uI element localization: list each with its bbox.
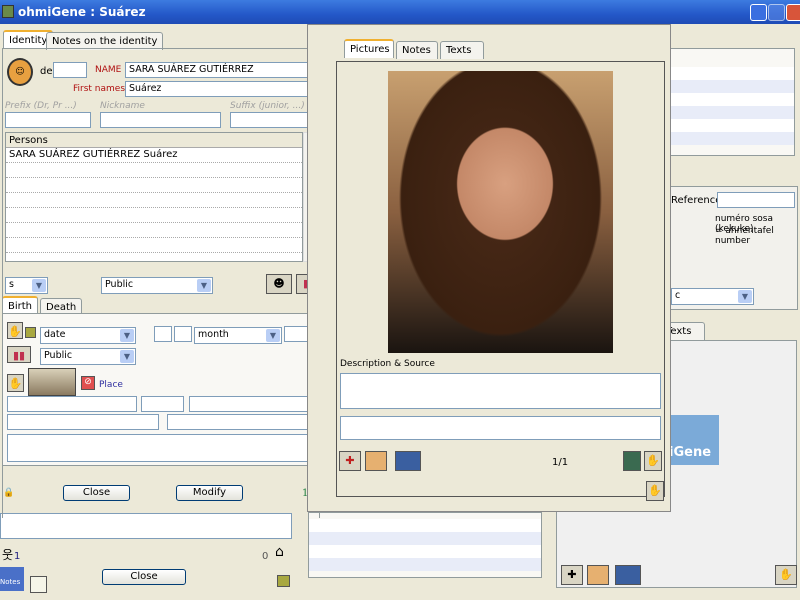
close-window-button[interactable] (786, 4, 800, 21)
notes-icon[interactable]: Notes (0, 567, 24, 591)
person-row[interactable]: SARA SUÁREZ GUTIÉRREZ Suárez (6, 148, 302, 163)
chevron-down-icon: ▼ (120, 350, 134, 363)
pictures-panel: Description & Source ✚ 1/1 ✋ (336, 61, 665, 497)
window-title: ohmiGene : Suárez (18, 5, 146, 19)
pictures-dialog: Pictures Notes Texts Description & Sourc… (307, 24, 671, 512)
hand-icon[interactable]: ✋ (646, 481, 664, 501)
nickname-label: Nickname (100, 101, 145, 111)
place-field-3[interactable] (189, 396, 318, 412)
name-label: NAME (95, 65, 122, 75)
house-icon[interactable]: ⌂ (275, 544, 284, 560)
background-list[interactable] (670, 48, 795, 156)
sex-select[interactable]: s ▼ (5, 277, 48, 294)
open-folder-icon[interactable] (365, 451, 387, 471)
tab-notes[interactable]: Notes (396, 41, 438, 59)
sosa-panel: Reference numéro sosa (kekuke) = ahnenta… (670, 186, 798, 310)
background-select[interactable]: c ▼ (671, 288, 754, 305)
person-count: 1 (14, 551, 21, 562)
de-label: de (40, 66, 53, 77)
calendar-list-icon[interactable] (30, 576, 47, 593)
first-names-label: First names (73, 84, 126, 94)
close-button[interactable]: Close (63, 485, 130, 501)
portrait-photo[interactable] (388, 71, 613, 353)
background-close-button[interactable]: Close (102, 569, 186, 585)
privacy-select[interactable]: Public ▼ (101, 277, 213, 294)
hand-icon[interactable]: ✋ (7, 322, 23, 339)
reference-input[interactable] (717, 192, 795, 208)
description-label: Description & Source (340, 359, 435, 369)
prefix-label: Prefix (Dr, Pr ...) (5, 101, 77, 111)
place-field-5[interactable] (167, 414, 318, 430)
nickname-input[interactable] (100, 112, 221, 128)
trash-icon[interactable] (623, 451, 641, 471)
first-names-input[interactable]: Suárez (125, 81, 317, 97)
scanner-icon[interactable] (615, 565, 641, 585)
persons-header: Persons (6, 133, 302, 148)
app-icon (2, 5, 14, 18)
ahnentafel-label: = ahnentafel number (715, 226, 774, 246)
face-icon[interactable]: ☺ (7, 58, 33, 86)
birth-panel: ✋ date ▼ month ▼ ▮▮ Public ▼ ✋ ⊘ Place (2, 313, 320, 466)
maximize-button[interactable] (768, 4, 785, 21)
scanner-icon[interactable] (395, 451, 421, 471)
minimize-button[interactable] (750, 4, 767, 21)
window-titlebar: ohmiGene : Suárez (0, 0, 800, 24)
add-picture-icon[interactable]: ✚ (561, 565, 583, 585)
chevron-down-icon: ▼ (738, 290, 752, 303)
tab-pictures[interactable]: Pictures (344, 39, 394, 58)
chevron-down-icon: ▼ (120, 329, 134, 342)
hand-icon[interactable]: ✋ (7, 374, 24, 392)
modify-button[interactable]: Modify (176, 485, 243, 501)
day-input-2[interactable] (174, 326, 192, 342)
background-list-2[interactable] (308, 512, 542, 578)
place-link[interactable]: Place (99, 380, 123, 390)
ohmigene-logo: iGene (669, 415, 719, 465)
place-photo[interactable] (28, 368, 76, 396)
identity-dialog: Identity Notes on the identity ☺ de NAME… (0, 26, 322, 518)
source-field[interactable] (340, 416, 661, 440)
chevron-down-icon: ▼ (197, 279, 211, 292)
persons-list[interactable]: Persons SARA SUÁREZ GUTIÉRREZ Suárez (5, 132, 303, 262)
description-field[interactable] (340, 373, 661, 409)
select-value: c (675, 290, 681, 301)
calendar-icon[interactable] (25, 327, 36, 338)
house-count: 0 (262, 551, 269, 562)
add-picture-icon[interactable]: ✚ (339, 451, 361, 471)
suffix-input[interactable] (230, 112, 317, 128)
chevron-down-icon: ▼ (266, 329, 280, 342)
place-field-2[interactable] (141, 396, 184, 412)
hand-icon[interactable]: ✋ (644, 451, 662, 471)
place-field-4[interactable] (7, 414, 159, 430)
no-entry-icon[interactable]: ⊘ (81, 376, 95, 390)
tab-texts[interactable]: Texts (440, 41, 484, 59)
month-select[interactable]: month ▼ (194, 327, 282, 344)
event-privacy-select[interactable]: Public ▼ (40, 348, 136, 365)
de-input[interactable] (53, 62, 87, 78)
person-icon: 웃 (2, 548, 14, 562)
prefix-input[interactable] (5, 112, 91, 128)
day-input[interactable] (154, 326, 172, 342)
monkey-menu-icon[interactable]: ☻ (266, 274, 292, 294)
name-input[interactable]: SARA SUÁREZ GUTIÉRREZ (125, 62, 317, 78)
chevron-down-icon: ▼ (32, 279, 46, 292)
open-folder-icon[interactable] (587, 565, 609, 585)
suffix-label: Suffix (junior, ...) (230, 101, 305, 111)
calendar-icon[interactable] (277, 575, 290, 587)
hand-icon[interactable]: ✋ (775, 565, 797, 585)
reference-label: Reference (671, 195, 722, 206)
page-indicator: 1/1 (552, 457, 569, 468)
book-menu-icon[interactable]: ▮▮ (7, 346, 31, 363)
event-notes-field[interactable] (7, 434, 318, 462)
date-type-select[interactable]: date ▼ (40, 327, 136, 344)
lock-icon: 🔒 (3, 488, 15, 498)
place-field-1[interactable] (7, 396, 137, 412)
